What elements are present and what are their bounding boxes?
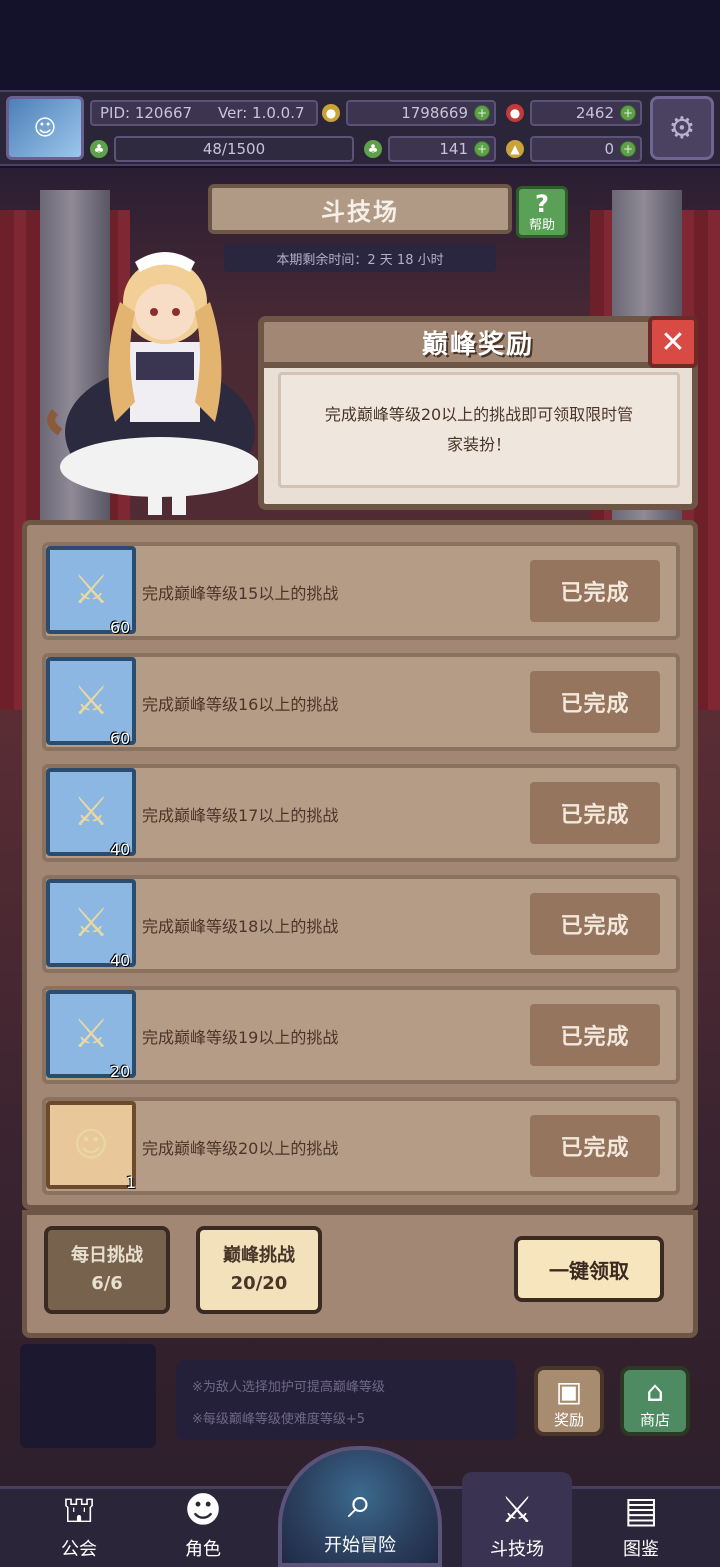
nav-start-label: 开始冒险 xyxy=(324,1535,396,1556)
nav-guild[interactable]: ⛫ 公会 xyxy=(24,1472,134,1567)
reward-count: 60 xyxy=(110,729,131,748)
completed-button[interactable]: 已完成 xyxy=(530,560,660,622)
gear-icon: ⚙ xyxy=(668,110,696,146)
empty-slot-panel xyxy=(20,1344,156,1448)
reward-count: 1 xyxy=(126,1173,137,1192)
reward-condition: 完成巅峰等级17以上的挑战 xyxy=(142,806,339,825)
completed-button[interactable]: 已完成 xyxy=(530,671,660,733)
reward-count: 20 xyxy=(110,1062,131,1081)
completed-button[interactable]: 已完成 xyxy=(530,1004,660,1066)
maid-character-illustration xyxy=(47,252,260,515)
help-label: 帮助 xyxy=(528,218,555,233)
question-icon: ? xyxy=(535,190,549,218)
popup-description: 完成巅峰等级20以上的挑战即可领取限时管家装扮！ xyxy=(278,372,680,488)
chest-icon: ▣ xyxy=(555,1375,583,1408)
version-label: Ver: 1.0.0.7 xyxy=(218,104,305,122)
popup-close-button[interactable]: ✕ xyxy=(648,316,698,368)
nav-arena[interactable]: ⚔ 斗技场 xyxy=(462,1472,572,1567)
nav-codex-label: 图鉴 xyxy=(623,1539,659,1560)
pid-label: PID: 120667 xyxy=(100,104,193,122)
clover-value: 141 xyxy=(439,140,468,158)
note-line: ※为敌人选择加护可提高巅峰等级 xyxy=(192,1380,385,1395)
shop-icon: ⌂ xyxy=(646,1375,664,1408)
tab-daily-challenge[interactable]: 每日挑战 6/6 xyxy=(44,1226,170,1314)
stamina-clover-icon: ♣ xyxy=(90,140,108,158)
reward-count: 60 xyxy=(110,618,131,637)
completed-button[interactable]: 已完成 xyxy=(530,893,660,955)
token-value: 0 xyxy=(604,140,614,158)
reward-condition: 完成巅峰等级20以上的挑战 xyxy=(142,1139,339,1158)
popup-title: 巅峰奖励 xyxy=(258,316,698,368)
stamina-value: 48/1500 xyxy=(202,140,266,158)
nav-codex[interactable]: ▤ 图鉴 xyxy=(586,1472,696,1567)
nav-arena-label: 斗技场 xyxy=(490,1539,544,1560)
gold-value: 1798669 xyxy=(401,104,468,122)
reward-count: 40 xyxy=(110,840,131,859)
close-icon: ✕ xyxy=(660,324,686,360)
reward-condition: 完成巅峰等级19以上的挑战 xyxy=(142,1028,339,1047)
help-button[interactable]: ? 帮助 xyxy=(516,186,568,238)
pid-version-box: PID: 120667 Ver: 1.0.0.7 xyxy=(90,100,318,126)
settings-button[interactable]: ⚙ xyxy=(650,96,714,160)
claim-all-button[interactable]: 一键领取 xyxy=(514,1236,664,1302)
nav-guild-label: 公会 xyxy=(61,1539,97,1560)
add-token-icon[interactable]: + xyxy=(620,141,636,157)
gem-icon: ● xyxy=(506,104,524,122)
clover-icon: ♣ xyxy=(364,140,382,158)
token-icon: ▲ xyxy=(506,140,524,158)
rewards-label: 奖励 xyxy=(553,1411,584,1429)
note-line: ※每级巅峰等级使难度等级+5 xyxy=(192,1412,366,1427)
reward-count: 40 xyxy=(110,951,131,970)
tab-daily-value: 6/6 xyxy=(91,1273,123,1294)
book-icon: ▤ xyxy=(623,1490,658,1531)
rewards-button[interactable]: ▣ 奖励 xyxy=(534,1366,604,1436)
arena-title: 斗技场 xyxy=(208,184,512,234)
shop-label: 商店 xyxy=(639,1411,670,1429)
magnifier-icon: ⌕ xyxy=(347,1477,373,1528)
player-avatar[interactable]: ☺ xyxy=(6,96,84,160)
character-icon: ☻ xyxy=(184,1490,222,1531)
add-clover-icon[interactable]: + xyxy=(474,141,490,157)
completed-button[interactable]: 已完成 xyxy=(530,1115,660,1177)
completed-button[interactable]: 已完成 xyxy=(530,782,660,844)
tab-peak-challenge[interactable]: 巅峰挑战 20/20 xyxy=(196,1226,322,1314)
add-gem-icon[interactable]: + xyxy=(620,105,636,121)
gem-value: 2462 xyxy=(575,104,614,122)
coin-icon: ● xyxy=(322,104,340,122)
reward-condition: 完成巅峰等级15以上的挑战 xyxy=(142,584,339,603)
tab-daily-label: 每日挑战 xyxy=(71,1245,143,1266)
add-gold-icon[interactable]: + xyxy=(474,105,490,121)
notes-box xyxy=(176,1360,516,1440)
nav-character[interactable]: ☻ 角色 xyxy=(148,1472,258,1567)
crossed-swords-icon: ⚔ xyxy=(500,1490,534,1531)
shop-button[interactable]: ⌂ 商店 xyxy=(620,1366,690,1436)
maid-portrait-icon[interactable]: ☺ xyxy=(46,1101,136,1189)
stamina-bar: 48/1500 xyxy=(114,136,354,162)
tab-peak-label: 巅峰挑战 xyxy=(223,1245,295,1266)
nav-character-label: 角色 xyxy=(185,1539,221,1560)
reward-condition: 完成巅峰等级18以上的挑战 xyxy=(142,917,339,936)
reward-condition: 完成巅峰等级16以上的挑战 xyxy=(142,695,339,714)
guild-icon: ⛫ xyxy=(62,1490,96,1531)
tab-peak-value: 20/20 xyxy=(230,1273,288,1294)
